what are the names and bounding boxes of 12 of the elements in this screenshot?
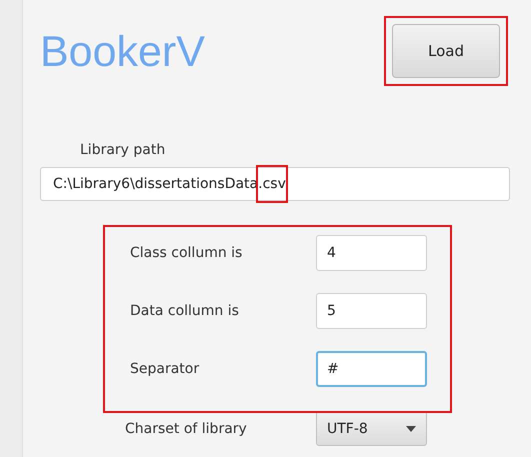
input-field[interactable]: 5 [316, 293, 427, 329]
field-label: Charset of library [125, 420, 248, 436]
load-button[interactable]: Load [392, 24, 500, 78]
charset-dropdown[interactable]: UTF-8 [316, 411, 427, 446]
field-label: Separator [130, 361, 200, 377]
field-label: Library path [80, 141, 166, 159]
input-field[interactable]: # [316, 351, 427, 387]
caret-icon [406, 426, 416, 432]
input-field[interactable]: 4 [316, 235, 427, 271]
field-label: Data collumn is [130, 303, 240, 319]
field-label: Class collumn is [130, 245, 244, 261]
app-title: BookerV [40, 27, 205, 78]
